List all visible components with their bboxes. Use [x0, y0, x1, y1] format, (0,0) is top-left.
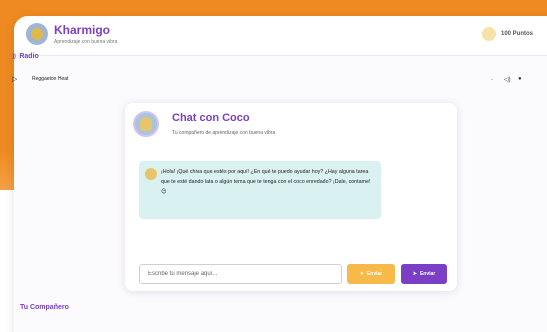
coin-icon [482, 27, 496, 41]
chat-title: Chat con Coco [172, 112, 250, 124]
message-input[interactable] [139, 264, 342, 284]
coco-message-avatar [145, 168, 157, 180]
chevron-down-icon[interactable]: ⌄ [490, 76, 494, 82]
coco-avatar [133, 111, 159, 137]
chat-subtitle: Tu compañero de aprendizaje con buena vi… [172, 130, 276, 136]
companion-section-title: Tu Compañero [20, 304, 69, 311]
app-title: Kharmigo [54, 23, 111, 37]
chat-message-bubble: ¡Hola! ¡Qué chiva que estés por aquí! ¿E… [139, 161, 381, 219]
points-label: 100 Puntos [501, 31, 534, 37]
chat-message-text: ¡Hola! ¡Qué chiva que estés por aquí! ¿E… [161, 169, 371, 195]
radio-icon: ⟫ [12, 54, 17, 60]
kharmigo-logo [26, 23, 48, 45]
play-icon[interactable]: ▷ [12, 75, 26, 83]
secondary-send-button[interactable]: ✦ Enviar [347, 264, 395, 284]
more-icon[interactable]: ● [518, 76, 522, 82]
chat-input-row: ✦ Enviar ➤ Enviar [139, 264, 447, 284]
send-icon: ✦ [359, 271, 364, 277]
secondary-send-label: Enviar [366, 271, 383, 277]
points-badge: 100 Puntos [482, 26, 533, 42]
audio-player[interactable]: ▷ Reggaeton Heat ⌄ ◁) ● [12, 72, 542, 86]
radio-section: ⟫ Radio [12, 53, 39, 60]
radio-title: Radio [19, 53, 39, 60]
app-header: Kharmigo Aprendizaje con buena vibra 100… [14, 16, 547, 56]
send-button[interactable]: ➤ Enviar [401, 264, 447, 284]
track-title: Reggaeton Heat [32, 76, 69, 82]
app-subtitle: Aprendizaje con buena vibra [54, 39, 118, 45]
volume-icon[interactable]: ◁) [504, 76, 511, 83]
send-button-label: Enviar [419, 271, 436, 277]
send-icon: ➤ [412, 271, 417, 277]
chat-card: Chat con Coco Tu compañero de aprendizaj… [125, 103, 457, 291]
